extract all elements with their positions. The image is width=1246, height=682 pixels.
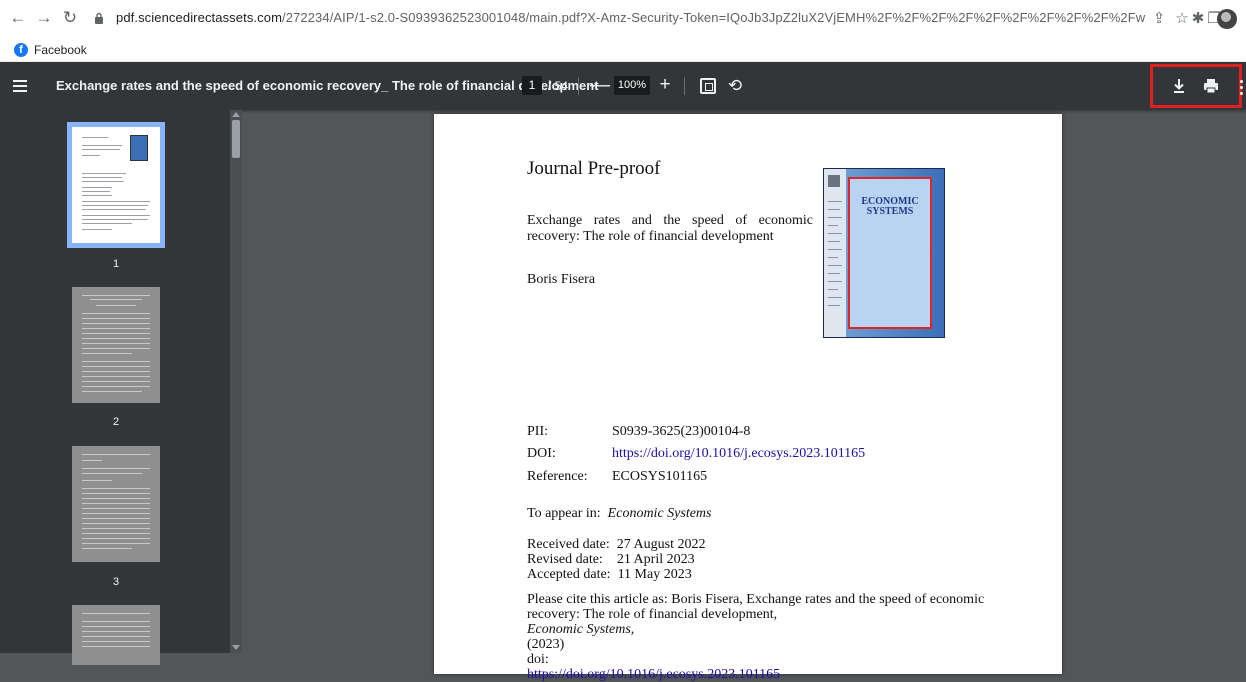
share-icon[interactable]: ⇪ — [1149, 9, 1169, 29]
toolbar-divider — [578, 77, 579, 95]
received-date: Received date: 27 August 2022 — [527, 537, 705, 553]
article-author: Boris Fisera — [527, 272, 596, 287]
received-value: 27 August 2022 — [616, 537, 706, 552]
citation-doi-link[interactable]: https://doi.org/10.1016/j.ecosys.2023.10… — [527, 667, 997, 682]
article-title-line: Exchange rates and the speed of economic — [527, 213, 813, 228]
citation-year: (2023) — [527, 637, 565, 652]
pdf-toolbar: Exchange rates and the speed of economic… — [0, 62, 1246, 110]
citation-doi-prefix: doi: — [527, 652, 549, 667]
pii-label: PII: — [527, 424, 548, 439]
zoom-out-button[interactable]: — — [590, 73, 610, 97]
doi-link[interactable]: https://doi.org/10.1016/j.ecosys.2023.10… — [612, 446, 865, 462]
revised-date: Revised date: 21 April 2023 — [527, 552, 695, 568]
page-number-input[interactable]: 1 — [522, 76, 542, 95]
zoom-in-button[interactable]: + — [656, 73, 674, 97]
sidebar-scrollbar[interactable] — [230, 110, 242, 653]
doi-label: DOI: — [527, 446, 556, 461]
citation-block: Please cite this article as: Boris Fiser… — [527, 592, 997, 682]
browser-chrome: ← → ↻ pdf.sciencedirectassets.com/272234… — [0, 0, 1246, 62]
toolbar-divider — [684, 77, 685, 95]
thumbnail-page-4[interactable] — [72, 605, 160, 665]
revised-label: Revised date: — [527, 552, 603, 567]
journal-status: Journal Pre-proof — [527, 158, 661, 179]
cover-title: ECONOMIC SYSTEMS — [848, 197, 932, 217]
rotate-icon[interactable]: ⟲ — [724, 75, 746, 97]
document-title: Exchange rates and the speed of economic… — [56, 78, 599, 93]
menu-icon[interactable] — [10, 75, 32, 97]
accepted-label: Accepted date: — [527, 567, 611, 582]
page-total: / 54 — [548, 79, 569, 93]
back-arrow-icon[interactable]: ← — [8, 8, 28, 28]
bookmarks-bar — [0, 38, 1246, 62]
revised-value: 21 April 2023 — [616, 552, 695, 567]
bookmark-facebook[interactable]: Facebook — [34, 43, 87, 57]
citation-line: Please cite this article as: Boris Fiser… — [527, 592, 985, 607]
journal-cover-image: ECONOMIC SYSTEMS — [823, 168, 945, 338]
reference-value: ECOSYS101165 — [612, 469, 708, 484]
citation-journal: Economic Systems, — [527, 622, 635, 637]
forward-arrow-icon[interactable]: → — [34, 8, 54, 28]
pdf-page: Journal Pre-proof Exchange rates and the… — [434, 114, 1062, 682]
thumbnail-number: 2 — [112, 416, 120, 428]
fit-page-icon[interactable] — [700, 78, 716, 94]
lock-icon[interactable] — [94, 12, 104, 24]
cover-left-strip — [824, 169, 846, 337]
nav-row: ← → ↻ pdf.sciencedirectassets.com/272234… — [0, 0, 1246, 38]
url-path: /272234/AIP/1-s2.0-S0939362523001048/mai… — [282, 10, 1146, 25]
citation-text: recovery: The role of financial developm… — [527, 607, 778, 622]
url-host: pdf.sciencedirectassets.com — [116, 10, 282, 25]
sidebar-scroll-thumb[interactable] — [232, 120, 240, 158]
highlight-box — [1150, 64, 1242, 108]
address-bar[interactable]: pdf.sciencedirectassets.com/272234/AIP/1… — [116, 10, 1146, 25]
scroll-up-icon[interactable] — [232, 112, 240, 117]
pii-value: S0939-3625(23)00104-8 — [612, 424, 751, 439]
appear-label: To appear in: — [527, 506, 601, 521]
thumbnail-page-2[interactable] — [72, 287, 160, 403]
scroll-down-icon[interactable] — [232, 645, 240, 650]
citation-line: recovery: The role of financial developm… — [527, 607, 997, 652]
reload-icon[interactable]: ↻ — [60, 8, 80, 28]
more-options-icon[interactable] — [1240, 80, 1244, 98]
citation-line: doi: https://doi.org/10.1016/j.ecosys.202… — [527, 652, 997, 682]
article-title-line: recovery: The role of financial developm… — [527, 229, 774, 244]
appear-in: To appear in: Economic Systems — [527, 506, 711, 522]
accepted-value: 11 May 2023 — [617, 567, 692, 582]
facebook-icon[interactable]: f — [14, 43, 28, 57]
thumbnail-page-3[interactable] — [72, 446, 160, 562]
article-title: Exchange rates and the speed of economic… — [527, 213, 813, 245]
received-label: Received date: — [527, 537, 610, 552]
thumbnail-page-1[interactable] — [72, 127, 160, 243]
reference-label: Reference: — [527, 469, 588, 484]
thumbnail-number: 1 — [112, 258, 120, 270]
cover-title-line: SYSTEMS — [866, 206, 914, 217]
accepted-date: Accepted date: 11 May 2023 — [527, 567, 692, 583]
zoom-input[interactable]: 100% — [614, 76, 650, 95]
thumbnail-number: 3 — [112, 576, 120, 588]
avatar[interactable] — [1217, 9, 1237, 29]
appear-journal: Economic Systems — [607, 506, 712, 521]
